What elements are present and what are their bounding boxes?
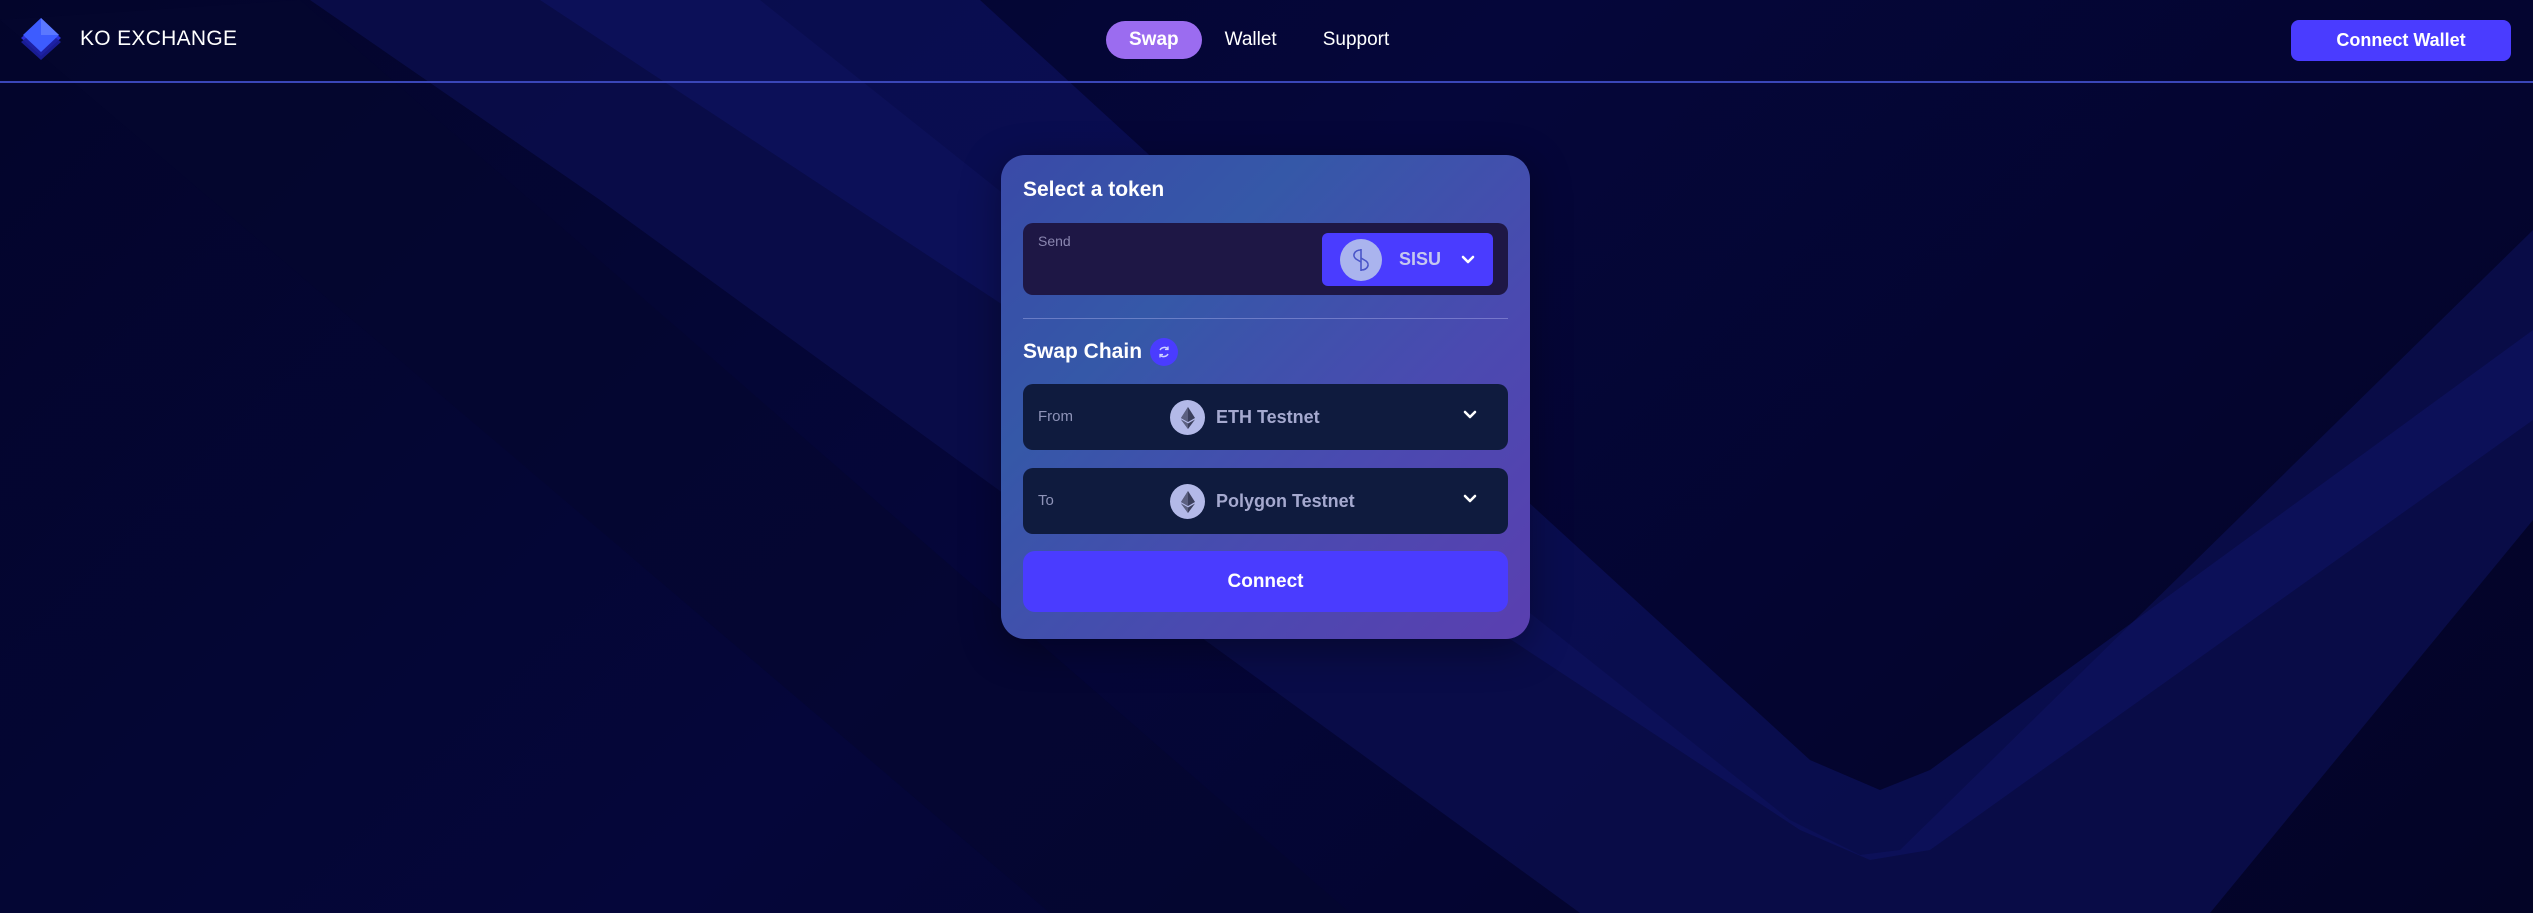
to-chain-value: Polygon Testnet	[1170, 484, 1355, 519]
token-select-button[interactable]: SISU	[1322, 233, 1493, 286]
swap-chain-title: Swap Chain	[1023, 340, 1143, 363]
from-chain-value: ETH Testnet	[1170, 400, 1320, 435]
brand-logo[interactable]: KO EXCHANGE	[18, 16, 237, 62]
select-token-title: Select a token	[1023, 178, 1165, 201]
nav-item-wallet[interactable]: Wallet	[1202, 21, 1300, 59]
sisu-token-icon	[1340, 238, 1382, 281]
to-chain-select[interactable]: To Polygon Testnet	[1023, 468, 1508, 534]
top-navbar: KO EXCHANGE Swap Wallet Support Connect …	[0, 0, 2533, 83]
nav-item-support[interactable]: Support	[1300, 21, 1413, 59]
diamond-logo-icon	[21, 18, 61, 60]
swap-chain-header: Swap Chain	[1023, 338, 1179, 366]
swap-card: Select a token Send SISU Swap Chain From…	[1001, 155, 1530, 639]
from-label: From	[1038, 408, 1073, 425]
to-chain-name: Polygon Testnet	[1216, 491, 1355, 511]
section-divider	[1023, 318, 1508, 319]
connect-button[interactable]: Connect	[1023, 551, 1508, 612]
send-input-box[interactable]: Send SISU	[1023, 223, 1508, 295]
from-chain-name: ETH Testnet	[1216, 407, 1320, 427]
to-label: To	[1038, 492, 1054, 509]
swap-direction-icon[interactable]	[1150, 338, 1179, 366]
nav-item-swap[interactable]: Swap	[1106, 21, 1202, 59]
token-symbol: SISU	[1399, 249, 1442, 269]
send-label: Send	[1038, 233, 1071, 249]
main-nav: Swap Wallet Support	[1106, 21, 1412, 59]
ethereum-icon	[1170, 484, 1205, 519]
chevron-down-icon	[1461, 255, 1475, 263]
chevron-down-icon	[1463, 494, 1477, 503]
ethereum-icon	[1170, 400, 1205, 435]
chevron-down-icon	[1463, 410, 1477, 419]
brand-name: KO EXCHANGE	[80, 27, 238, 50]
from-chain-select[interactable]: From ETH Testnet	[1023, 384, 1508, 450]
connect-wallet-button[interactable]: Connect Wallet	[2291, 20, 2511, 61]
page: KO EXCHANGE Swap Wallet Support Connect …	[0, 0, 2533, 913]
